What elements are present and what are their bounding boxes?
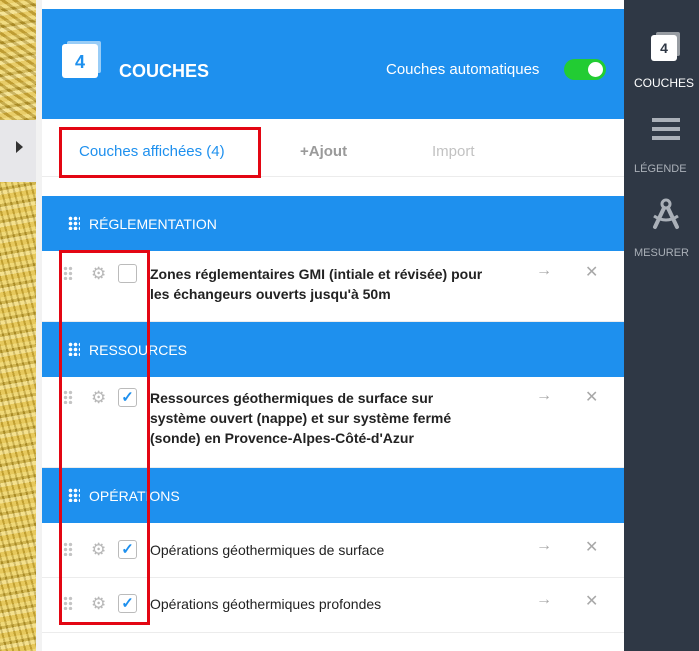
sidebar-layers-badge[interactable]: 4 <box>651 35 677 61</box>
arrow-right-icon[interactable]: → <box>536 387 552 405</box>
toggle-knob <box>588 62 603 77</box>
layer-label: Opérations géothermiques de surface <box>150 542 385 558</box>
layer-count-badge: 4 <box>62 44 98 78</box>
highlight-box-tab <box>59 127 261 178</box>
highlight-box-controls <box>59 250 150 625</box>
auto-layers-label: Couches automatiques <box>386 61 540 78</box>
drag-handle-icon[interactable] <box>68 216 80 230</box>
sidebar-item-couches[interactable]: COUCHES <box>634 76 694 90</box>
arrow-right-icon[interactable]: → <box>536 537 552 555</box>
layer-label-line: Ressources géothermiques de surface sur <box>150 390 434 406</box>
auto-layers-toggle[interactable] <box>564 59 606 80</box>
section-title: RÉGLEMENTATION <box>89 216 217 232</box>
layer-label: Zones réglementaires GMI (intiale et rév… <box>150 264 530 304</box>
layer-label: Opérations géothermiques profondes <box>150 596 382 612</box>
panel-title: COUCHES <box>119 61 210 81</box>
layers-panel: 4 COUCHES Couches automatiques Couches a… <box>42 0 624 651</box>
sidebar-item-mesurer[interactable]: MESURER <box>634 247 689 259</box>
close-icon[interactable]: ✕ <box>585 591 598 611</box>
layer-label-line: les échangeurs ouverts jusqu'à 50m <box>150 286 391 302</box>
layer-label-line: Zones réglementaires GMI (intiale et rév… <box>150 266 483 282</box>
close-icon[interactable]: ✕ <box>585 262 598 282</box>
collapse-arrow-icon[interactable] <box>16 141 23 153</box>
right-sidebar: 4 COUCHES LÉGENDE MESURER <box>624 0 699 651</box>
tab-import[interactable]: Import <box>432 143 475 160</box>
panel-header: 4 COUCHES Couches automatiques <box>42 9 624 119</box>
close-icon[interactable]: ✕ <box>585 537 598 557</box>
tab-add[interactable]: +Ajout <box>300 143 347 160</box>
layer-label-line: système ouvert (nappe) et sur système fe… <box>150 410 452 426</box>
layer-label-line: (sonde) en Provence-Alpes-Côté-d'Azur <box>150 430 414 446</box>
section-header-reglementation[interactable]: RÉGLEMENTATION <box>42 196 624 251</box>
close-icon[interactable]: ✕ <box>585 387 598 407</box>
layer-label: Ressources géothermiques de surface sur … <box>150 388 530 448</box>
compass-icon[interactable] <box>650 198 682 230</box>
list-icon[interactable] <box>652 118 680 140</box>
map-background <box>0 0 42 651</box>
arrow-right-icon[interactable]: → <box>536 591 552 609</box>
arrow-right-icon[interactable]: → <box>536 262 552 280</box>
sidebar-item-legende[interactable]: LÉGENDE <box>634 163 687 175</box>
